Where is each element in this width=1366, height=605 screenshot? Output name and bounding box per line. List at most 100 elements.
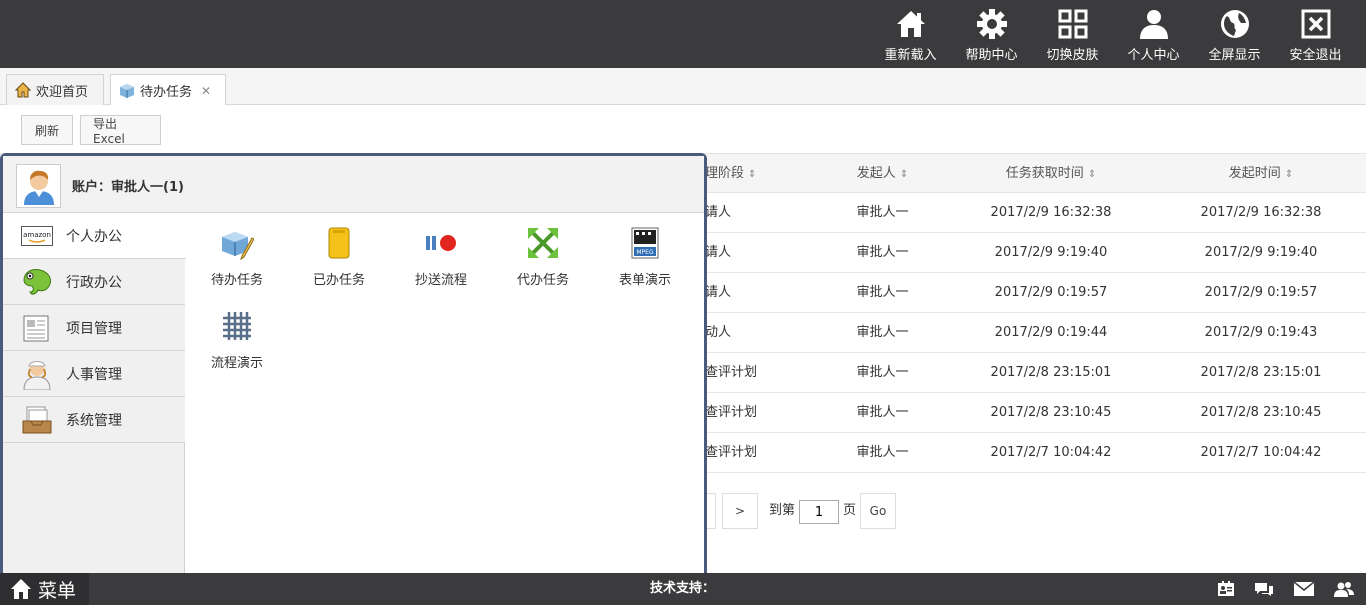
- cell-stage: 请人: [705, 245, 732, 260]
- app-form-demo[interactable]: MPEG 表单演示: [594, 213, 696, 293]
- sidebar-item-project-management[interactable]: 项目管理: [3, 305, 185, 351]
- home-icon: [10, 578, 32, 600]
- newspaper-icon: [20, 312, 54, 344]
- start-menu-header: 账户：审批人一(1): [3, 156, 704, 213]
- mail-icon[interactable]: [1293, 579, 1315, 599]
- cell-initiator: 审批人一: [856, 365, 909, 380]
- cell-stage: 动人: [705, 325, 732, 340]
- cell-stage: 请人: [705, 285, 732, 300]
- sort-icon: ⇕: [899, 169, 909, 180]
- tab-bar: 欢迎首页 待办任务 ✕: [0, 68, 1366, 106]
- sidebar-item-label: 系统管理: [66, 412, 122, 429]
- record-icon: [423, 225, 459, 261]
- col-header-initiator[interactable]: 发起人 ⇕: [835, 154, 930, 194]
- cell-fetch-time: 2017/2/9 9:19:40: [994, 245, 1108, 260]
- sidebar-item-label: 个人办公: [66, 228, 122, 245]
- cell-start-time: 2017/2/9 0:19:57: [1204, 285, 1318, 300]
- globe-icon: [1219, 8, 1251, 40]
- tab-pending-tasks[interactable]: 待办任务 ✕: [110, 74, 226, 106]
- app-label: 已办任务: [312, 273, 365, 288]
- tab-close-icon[interactable]: ✕: [201, 84, 211, 98]
- users-icon[interactable]: [1333, 579, 1355, 599]
- cell-fetch-time: 2017/2/9 16:32:38: [990, 205, 1112, 220]
- close-box-icon: [1300, 8, 1332, 40]
- switch-skin-button[interactable]: 切换皮肤: [1032, 0, 1113, 68]
- cell-start-time: 2017/2/7 10:04:42: [1200, 445, 1322, 460]
- nurse-icon: [20, 358, 54, 390]
- cell-stage: 查评计划: [705, 365, 758, 380]
- svg-text:MPEG: MPEG: [636, 249, 654, 256]
- tab-pending-tasks-label: 待办任务: [140, 85, 193, 100]
- sidebar-item-label: 行政办公: [66, 274, 122, 291]
- col-header-start-time[interactable]: 发起时间 ⇕: [1171, 154, 1351, 194]
- logout-button[interactable]: 安全退出: [1275, 0, 1356, 68]
- menu-label: 菜单: [38, 579, 77, 602]
- sort-icon: ⇕: [1087, 169, 1097, 180]
- cell-initiator: 审批人一: [856, 445, 909, 460]
- contacts-icon[interactable]: [1215, 579, 1237, 599]
- refresh-button[interactable]: 刷新: [21, 115, 73, 145]
- tab-welcome-home[interactable]: 欢迎首页: [6, 74, 104, 105]
- expand-arrows-icon: [525, 225, 561, 261]
- page-number-input[interactable]: [799, 500, 839, 524]
- cube-tab-icon: [119, 83, 135, 99]
- avatar: [16, 164, 61, 208]
- gear-icon: [976, 8, 1008, 40]
- logout-label: 安全退出: [1289, 48, 1342, 63]
- yellow-phone-icon: [321, 225, 357, 261]
- app-workflow-demo[interactable]: 流程演示: [186, 296, 288, 376]
- cell-fetch-time: 2017/2/7 10:04:42: [990, 445, 1112, 460]
- status-bar: 菜单 技术支持：: [0, 573, 1366, 605]
- cell-start-time: 2017/2/9 16:32:38: [1200, 205, 1322, 220]
- app-pending-tasks[interactable]: 待办任务: [186, 213, 288, 293]
- col-header-fetch-time[interactable]: 任务获取时间 ⇕: [961, 154, 1141, 194]
- reload-button[interactable]: 重新载入: [870, 0, 951, 68]
- fullscreen-button[interactable]: 全屏显示: [1194, 0, 1275, 68]
- amazon-icon: amazon: [20, 220, 54, 252]
- mpeg-icon: MPEG: [627, 225, 663, 261]
- cell-initiator: 审批人一: [856, 285, 909, 300]
- user-icon: [1138, 8, 1170, 40]
- start-menu-button[interactable]: 菜单: [0, 573, 89, 605]
- sort-icon: ⇕: [748, 169, 757, 180]
- top-nav: 重新载入 帮助中心 切换皮肤 个人中心 全屏显示 安全退出: [870, 0, 1356, 68]
- app-label: 流程演示: [210, 356, 263, 371]
- home-tab-icon: [14, 82, 32, 98]
- export-excel-button[interactable]: 导出Excel: [80, 115, 161, 146]
- sidebar-item-admin-office[interactable]: 行政办公: [3, 259, 185, 305]
- sort-icon: ⇕: [1284, 169, 1294, 180]
- help-center-button[interactable]: 帮助中心: [951, 0, 1032, 68]
- app-label: 代办任务: [516, 273, 569, 288]
- inbox-icon: [20, 404, 54, 436]
- sidebar-item-system-management[interactable]: 系统管理: [3, 397, 185, 443]
- sidebar-item-hr-management[interactable]: 人事管理: [3, 351, 185, 397]
- col-header-stage[interactable]: 理阶段 ⇕: [705, 154, 765, 194]
- grid-icon: [1057, 8, 1089, 40]
- tech-support-label: 技术支持：: [650, 581, 716, 596]
- cell-stage: 查评计划: [705, 405, 758, 420]
- start-menu-panel: 账户：审批人一(1) amazon 个人办公 行政办公 项目管理 人事管理 系统…: [0, 153, 707, 578]
- goto-suffix: 页: [843, 503, 857, 518]
- cell-start-time: 2017/2/9 9:19:40: [1204, 245, 1318, 260]
- cell-initiator: 审批人一: [856, 205, 909, 220]
- app-cc-workflow[interactable]: 抄送流程: [390, 213, 492, 293]
- cell-stage: 请人: [705, 205, 732, 220]
- pager-next-button[interactable]: >: [722, 493, 758, 529]
- cell-fetch-time: 2017/2/9 0:19:57: [994, 285, 1108, 300]
- top-bar: 重新载入 帮助中心 切换皮肤 个人中心 全屏显示 安全退出: [0, 0, 1366, 68]
- cell-fetch-time: 2017/2/8 23:10:45: [990, 405, 1112, 420]
- start-menu-apps: 待办任务 已办任务 抄送流程 代办任务 MPEG 表单演示 流程演示: [186, 213, 704, 578]
- reload-label: 重新载入: [884, 48, 937, 63]
- sidebar-item-label: 项目管理: [66, 320, 122, 337]
- sidebar-item-label: 人事管理: [66, 366, 122, 383]
- toolbar: 刷新 导出Excel: [0, 105, 1366, 153]
- go-button[interactable]: Go: [860, 493, 896, 529]
- sidebar-item-personal-office[interactable]: amazon 个人办公: [3, 213, 186, 259]
- app-delegated-tasks[interactable]: 代办任务: [492, 213, 594, 293]
- chameleon-icon: [20, 266, 54, 298]
- app-completed-tasks[interactable]: 已办任务: [288, 213, 390, 293]
- chat-icon[interactable]: [1253, 579, 1275, 599]
- cell-start-time: 2017/2/9 0:19:43: [1204, 325, 1318, 340]
- cell-initiator: 审批人一: [856, 325, 909, 340]
- personal-center-button[interactable]: 个人中心: [1113, 0, 1194, 68]
